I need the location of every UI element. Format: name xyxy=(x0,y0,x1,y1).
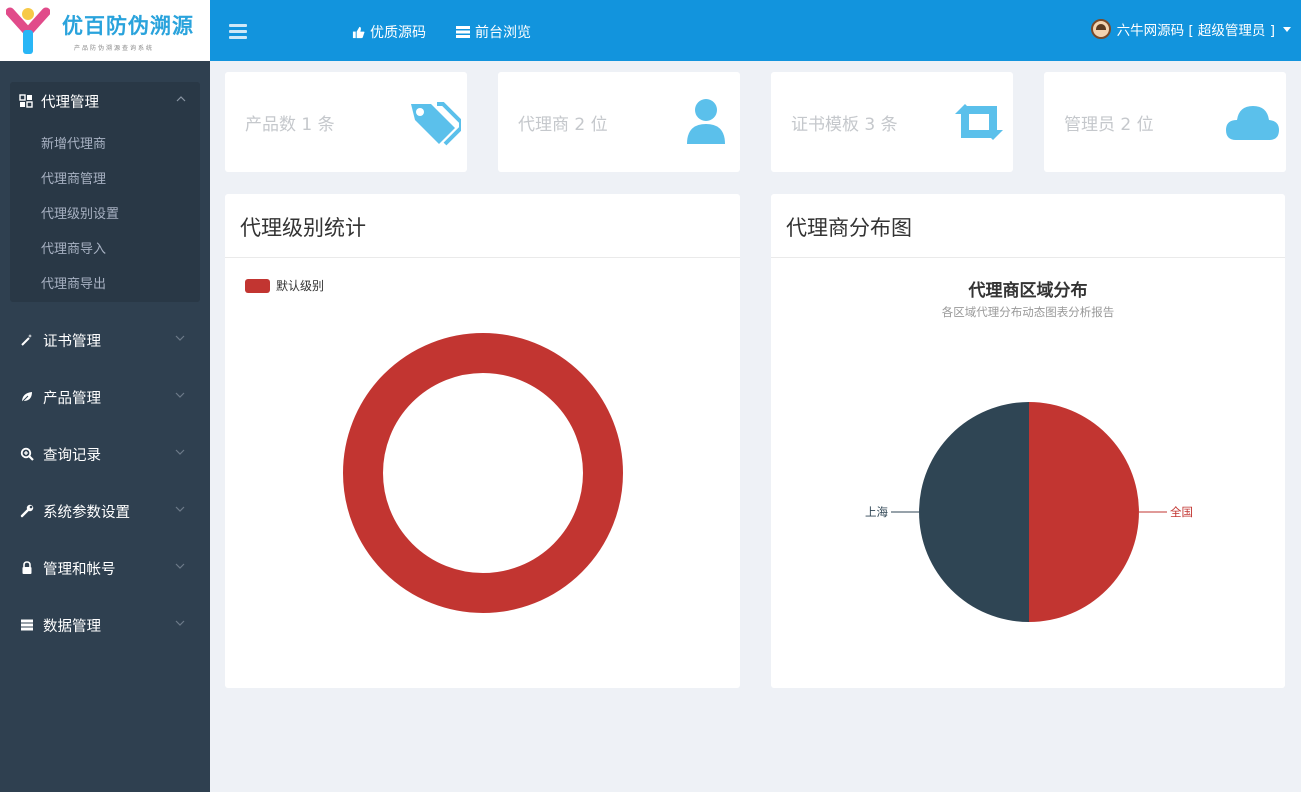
sidebar-item-label: 证书管理 xyxy=(43,333,101,350)
sidebar-subitem-agent-import[interactable]: 代理商导入 xyxy=(41,238,106,257)
lock-icon xyxy=(22,561,32,574)
chevron-up-icon xyxy=(176,96,186,102)
sidebar-item-label: 系统参数设置 xyxy=(43,504,130,521)
stat-label: 管理员 2 位 xyxy=(1064,115,1154,135)
sidebar-item-accounts[interactable]: 管理和帐号 xyxy=(0,548,210,588)
sidebar-subitem-agent-export[interactable]: 代理商导出 xyxy=(41,273,106,292)
browser-list-icon xyxy=(456,26,470,38)
pie-chart xyxy=(891,402,1167,622)
sidebar-subitem-agent-level[interactable]: 代理级别设置 xyxy=(41,203,119,222)
menu-toggle-icon[interactable] xyxy=(229,24,247,40)
retweet-icon xyxy=(955,104,1003,140)
chevron-down-icon xyxy=(1283,26,1291,32)
sidebar-item-label: 数据管理 xyxy=(43,618,101,635)
search-plus-icon xyxy=(20,447,34,461)
pie-slice-1[interactable] xyxy=(919,402,1029,622)
logo-y-icon xyxy=(6,7,50,54)
sidebar-item-products[interactable]: 产品管理 xyxy=(0,377,210,417)
sidebar-item-agent-management[interactable]: 代理管理 xyxy=(10,82,200,120)
stat-card-agents: 代理商 2 位 xyxy=(498,72,740,172)
chevron-down-icon xyxy=(175,449,185,455)
front-browse-label: 前台浏览 xyxy=(475,25,531,41)
pie-label-shanghai: 上海 xyxy=(865,505,888,519)
top-navbar: 优百防伪溯源 产品防伪溯源查询系统 优质源码 前台浏览 六牛网源码 [ 超级管理… xyxy=(0,0,1301,61)
pie-label-quanguo: 全国 xyxy=(1170,505,1193,519)
sidebar: 代理管理 新增代理商 代理商管理 代理级别设置 代理商导入 代理商导出 证书管理… xyxy=(0,61,210,792)
sidebar-item-certificates[interactable]: 证书管理 xyxy=(0,320,210,360)
user-name: 六牛网源码 [ 超级管理员 ] xyxy=(1116,23,1275,39)
brand-logo[interactable]: 优百防伪溯源 产品防伪溯源查询系统 xyxy=(0,0,210,61)
sidebar-subitem-add-agent[interactable]: 新增代理商 xyxy=(41,133,106,152)
sidebar-subitem-agent-manage[interactable]: 代理商管理 xyxy=(41,168,106,187)
donut-chart xyxy=(343,333,623,613)
donut-slice-0[interactable] xyxy=(343,333,623,613)
cloud-icon xyxy=(1226,106,1279,140)
sidebar-item-label: 查询记录 xyxy=(43,447,101,464)
quality-source-link[interactable]: 优质源码 xyxy=(352,22,426,42)
chevron-down-icon xyxy=(175,335,185,341)
user-icon xyxy=(687,99,725,144)
pie-slice-0[interactable] xyxy=(1029,402,1139,622)
tags-icon xyxy=(411,102,461,146)
stat-card-cert-templates: 证书模板 3 条 xyxy=(771,72,1013,172)
wrench-icon xyxy=(20,504,34,518)
server-icon xyxy=(21,619,33,631)
sidebar-item-label: 代理管理 xyxy=(41,94,99,111)
stat-label: 产品数 1 条 xyxy=(245,115,335,135)
thumbs-up-icon xyxy=(352,26,365,38)
sidebar-item-query-records[interactable]: 查询记录 xyxy=(0,434,210,474)
brand-title: 优百防伪溯源 xyxy=(62,14,194,38)
stat-card-admins: 管理员 2 位 xyxy=(1044,72,1286,172)
brand-subtitle: 产品防伪溯源查询系统 xyxy=(74,45,155,52)
avatar xyxy=(1090,19,1111,39)
agent-level-panel: 代理级别统计 默认级别 xyxy=(225,194,740,688)
grid-icon xyxy=(19,94,33,108)
stat-label: 代理商 2 位 xyxy=(518,115,608,135)
stat-label: 证书模板 3 条 xyxy=(791,115,898,135)
sidebar-item-system-settings[interactable]: 系统参数设置 xyxy=(0,491,210,531)
sidebar-group-agent: 代理管理 新增代理商 代理商管理 代理级别设置 代理商导入 代理商导出 xyxy=(10,82,200,302)
agent-distribution-panel: 代理商分布图 代理商区域分布 各区域代理分布动态图表分析报告 全国 上海 xyxy=(771,194,1285,688)
sidebar-item-label: 管理和帐号 xyxy=(43,561,116,578)
chevron-down-icon xyxy=(175,506,185,512)
front-browse-link[interactable]: 前台浏览 xyxy=(456,22,531,42)
stat-card-products: 产品数 1 条 xyxy=(225,72,467,172)
chevron-down-icon xyxy=(175,620,185,626)
leaf-icon xyxy=(21,392,32,403)
chevron-down-icon xyxy=(175,563,185,569)
quality-source-label: 优质源码 xyxy=(370,25,426,41)
sidebar-item-data-management[interactable]: 数据管理 xyxy=(0,605,210,645)
sidebar-item-label: 产品管理 xyxy=(43,390,101,407)
chevron-down-icon xyxy=(175,392,185,398)
magic-wand-icon xyxy=(21,334,33,346)
user-menu[interactable]: 六牛网源码 [ 超级管理员 ] xyxy=(1090,19,1291,39)
